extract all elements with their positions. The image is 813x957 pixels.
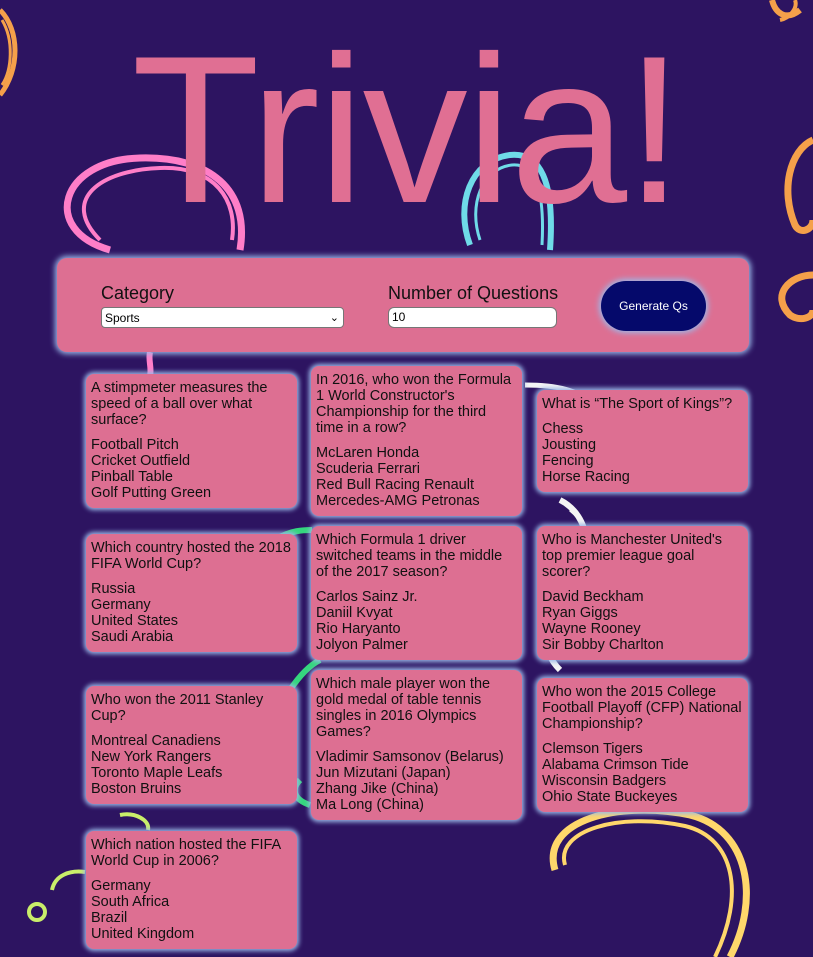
question-text: Which country hosted the 2018 FIFA World…	[91, 540, 291, 572]
category-select[interactable]: Sports ⌄	[101, 307, 344, 328]
answer-option[interactable]: Wayne Rooney	[542, 621, 743, 637]
answer-option[interactable]: Wisconsin Badgers	[542, 773, 743, 789]
answer-option[interactable]: McLaren Honda	[316, 445, 517, 461]
answer-option[interactable]: Vladimir Samsonov (Belarus)	[316, 749, 517, 765]
question-text: In 2016, who won the Formula 1 World Con…	[316, 372, 512, 436]
answer-option[interactable]: Toronto Maple Leafs	[91, 765, 292, 781]
question-card: Who won the 2011 Stanley Cup? Montreal Ca…	[86, 686, 297, 804]
answer-option[interactable]: Alabama Crimson Tide	[542, 757, 743, 773]
answer-option[interactable]: Germany	[91, 878, 292, 894]
answer-option[interactable]: David Beckham	[542, 589, 743, 605]
generate-button[interactable]: Generate Qs	[601, 281, 706, 331]
question-text: Which male player won the gold medal of …	[316, 676, 491, 740]
question-count-input[interactable]: 10	[388, 307, 557, 328]
answer-option[interactable]: Ryan Giggs	[542, 605, 743, 621]
answer-option[interactable]: Jolyon Palmer	[316, 637, 517, 653]
answer-option[interactable]: Horse Racing	[542, 469, 743, 485]
answer-option[interactable]: Saudi Arabia	[91, 629, 292, 645]
category-select-value: Sports	[105, 311, 140, 325]
answer-option[interactable]: United Kingdom	[91, 926, 292, 942]
question-card: In 2016, who won the Formula 1 World Con…	[311, 366, 522, 516]
answer-option[interactable]: Daniil Kvyat	[316, 605, 517, 621]
answer-option[interactable]: Brazil	[91, 910, 292, 926]
answer-option[interactable]: Golf Putting Green	[91, 485, 292, 501]
answer-option[interactable]: Jun Mizutani (Japan)	[316, 765, 517, 781]
answer-option[interactable]: Scuderia Ferrari	[316, 461, 517, 477]
answer-option[interactable]: Fencing	[542, 453, 743, 469]
question-text: Who won the 2011 Stanley Cup?	[91, 692, 264, 724]
question-card: Which country hosted the 2018 FIFA World…	[86, 534, 297, 652]
question-text: Who is Manchester United's top premier l…	[542, 532, 723, 580]
answer-option[interactable]: Clemson Tigers	[542, 741, 743, 757]
question-text: A stimpmeter measures the speed of a bal…	[91, 380, 268, 428]
question-card: Who won the 2015 College Football Playof…	[537, 678, 748, 812]
answer-option[interactable]: South Africa	[91, 894, 292, 910]
question-card: A stimpmeter measures the speed of a bal…	[86, 374, 297, 508]
page-title: Trivia!	[131, 12, 684, 247]
answer-option[interactable]: Boston Bruins	[91, 781, 292, 797]
answer-option[interactable]: Cricket Outfield	[91, 453, 292, 469]
answer-option[interactable]: Russia	[91, 581, 292, 597]
answer-option[interactable]: Pinball Table	[91, 469, 292, 485]
answer-option[interactable]: Jousting	[542, 437, 743, 453]
question-card: Which male player won the gold medal of …	[311, 670, 522, 820]
question-text: Which nation hosted the FIFA World Cup i…	[91, 837, 281, 869]
answer-option[interactable]: Rio Haryanto	[316, 621, 517, 637]
question-text: What is “The Sport of Kings”?	[542, 396, 733, 412]
question-card: Who is Manchester United's top premier l…	[537, 526, 748, 660]
answer-option[interactable]: Sir Bobby Charlton	[542, 637, 743, 653]
question-count-label: Number of Questions	[388, 283, 559, 303]
answer-option[interactable]: Ohio State Buckeyes	[542, 789, 743, 805]
answer-option[interactable]: Chess	[542, 421, 743, 437]
question-card: Which nation hosted the FIFA World Cup i…	[86, 831, 297, 949]
answer-option[interactable]: Montreal Canadiens	[91, 733, 292, 749]
question-text: Who won the 2015 College Football Playof…	[542, 684, 742, 732]
answer-option[interactable]: Football Pitch	[91, 437, 292, 453]
answer-option[interactable]: United States	[91, 613, 292, 629]
question-card: Which Formula 1 driver switched teams in…	[311, 526, 522, 660]
category-label: Category	[101, 283, 175, 303]
question-card: What is “The Sport of Kings”? Chess Jousti…	[537, 390, 748, 492]
answer-option[interactable]: Ma Long (China)	[316, 797, 517, 813]
controls-panel: Category Sports ⌄ Number of Questions 10…	[57, 258, 749, 352]
question-text: Which Formula 1 driver switched teams in…	[316, 532, 503, 580]
answer-option[interactable]: Mercedes-AMG Petronas	[316, 493, 517, 509]
answer-option[interactable]: Zhang Jike (China)	[316, 781, 517, 797]
answer-option[interactable]: Carlos Sainz Jr.	[316, 589, 517, 605]
answer-option[interactable]: New York Rangers	[91, 749, 292, 765]
answer-option[interactable]: Germany	[91, 597, 292, 613]
chevron-down-icon: ⌄	[329, 312, 339, 324]
answer-option[interactable]: Red Bull Racing Renault	[316, 477, 517, 493]
